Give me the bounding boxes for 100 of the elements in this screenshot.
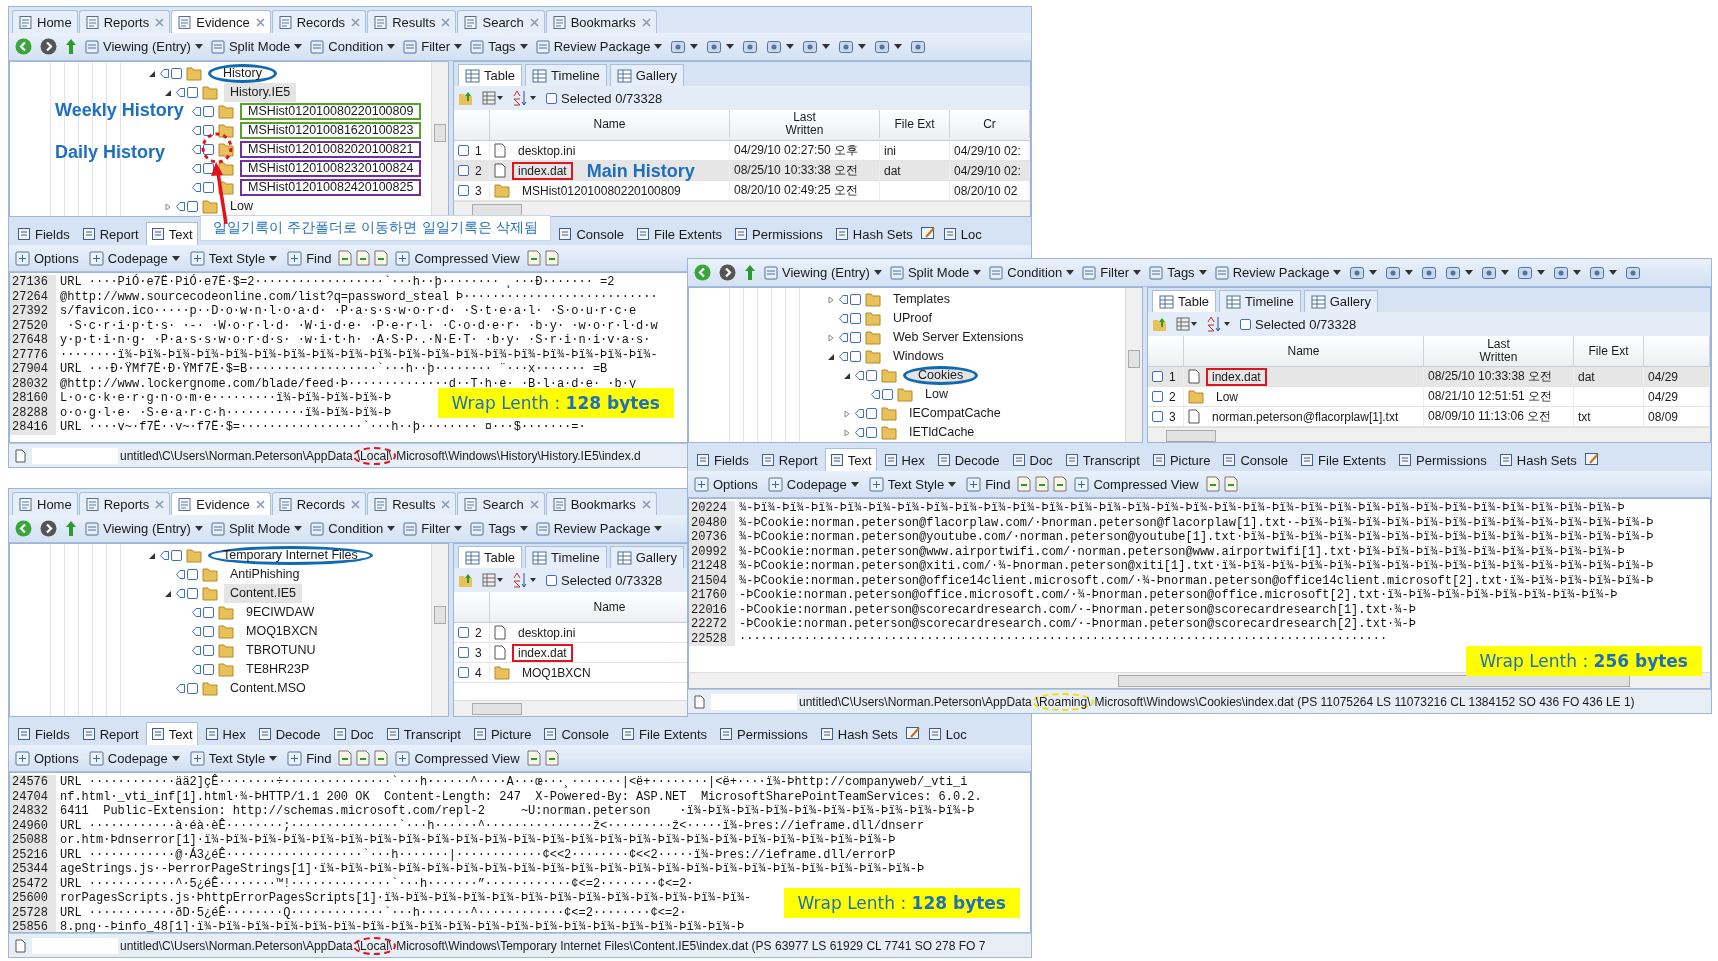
tab[interactable]: Doc [1006,448,1058,471]
checkbox[interactable] [866,370,877,381]
toolbar-button[interactable] [1445,264,1474,281]
checkbox[interactable] [203,182,214,193]
up-arrow-icon[interactable] [65,520,77,537]
tool-icon[interactable] [543,250,560,266]
tab[interactable]: Hash Sets [829,222,918,245]
checkbox[interactable] [187,683,198,694]
sort-icon[interactable] [512,90,538,106]
tab[interactable]: Search [457,492,545,515]
checkbox[interactable] [203,626,214,637]
toolbar-button[interactable]: Codepage [88,250,180,266]
tool-icon[interactable] [919,225,936,241]
tab[interactable]: Home [12,492,78,515]
checkbox[interactable] [866,427,877,438]
checkbox[interactable] [458,627,469,638]
tab[interactable]: Report [76,222,144,245]
tree-item[interactable]: MSHist012010082420100825 [240,179,422,196]
checkbox[interactable] [850,332,861,343]
toolbar-button[interactable] [1553,264,1582,281]
expand-arrow[interactable] [843,371,851,380]
tool-icon[interactable] [543,750,560,766]
tab[interactable]: Bookmarks [545,492,657,515]
toolbar-button[interactable]: Tags [470,521,528,536]
tree-item[interactable]: History [208,64,277,83]
tool-icon[interactable] [355,250,372,266]
tab[interactable]: Transcript [1059,448,1145,471]
up-arrow-icon[interactable] [744,264,756,281]
tab[interactable]: File Extents [1295,448,1392,471]
checkbox[interactable] [1152,371,1163,382]
tab[interactable]: Decode [252,722,326,745]
column-header[interactable]: Cr [950,110,1030,138]
tab[interactable]: Decode [931,448,1005,471]
tab[interactable]: Permissions [729,222,828,245]
checkbox[interactable] [187,87,198,98]
checkbox[interactable] [458,185,469,196]
toolbar-button[interactable]: Options [15,750,79,766]
checkbox[interactable] [1152,391,1163,402]
toolbar-button[interactable]: Filter [403,39,463,54]
table-row[interactable]: 4 MOQ1BXCN [454,663,687,683]
scrollbar[interactable] [431,544,448,716]
tree-item[interactable]: MSHist012010081620100823 [240,122,422,139]
tab[interactable]: Records [271,492,367,515]
toolbar-button[interactable] [670,38,699,55]
tab[interactable]: Console [553,222,630,245]
table-row[interactable]: 3 index.dat [454,643,687,663]
folder-up-icon[interactable] [1152,316,1168,332]
toolbar-button[interactable]: Options [694,476,758,492]
tool-icon[interactable] [904,725,921,741]
checkbox[interactable] [458,647,469,658]
checkbox[interactable] [866,408,877,419]
back-icon[interactable] [15,38,32,55]
tab[interactable]: Console [538,722,615,745]
column-header[interactable]: Last Written [1424,336,1574,366]
close-icon[interactable] [255,17,265,27]
tab[interactable]: Report [76,722,144,745]
checkbox[interactable] [458,667,469,678]
columns-icon[interactable] [482,91,504,105]
tab[interactable]: Home [12,10,78,33]
tab[interactable]: Permissions [714,722,813,745]
scrollbar[interactable] [1125,288,1142,442]
tab[interactable]: Permissions [1393,448,1492,471]
toolbar-button[interactable]: Condition [989,265,1075,280]
tab[interactable]: Timeline [525,546,607,568]
tab[interactable]: Reports [78,10,171,33]
tool-icon[interactable] [1583,451,1600,467]
tree-item[interactable]: Cookies [903,366,979,385]
checkbox[interactable] [203,664,214,675]
toolbar-button[interactable] [838,38,867,55]
checkbox[interactable] [882,389,893,400]
toolbar-button[interactable]: Filter [403,521,463,536]
toolbar-button[interactable] [1481,264,1510,281]
tool-icon[interactable] [1052,476,1069,492]
tab[interactable]: Gallery [609,64,684,86]
toolbar-button[interactable]: Compressed View [395,250,520,266]
columns-icon[interactable] [1176,317,1198,331]
tab[interactable]: Timeline [525,64,607,86]
toolbar-button[interactable]: Condition [310,521,396,536]
table-row[interactable]: 1 index.dat 08/25/10 10:33:38 오전 dat 04/29 [1148,367,1710,387]
tree-item[interactable]: MSHist012010080220100809 [240,103,422,120]
tool-icon[interactable] [1016,476,1033,492]
toolbar-button[interactable]: Viewing (Entry) [764,265,882,280]
tree-item[interactable]: MSHist012010082020100821 [240,141,422,158]
expand-arrow[interactable] [148,551,156,560]
scrollbar[interactable] [454,700,687,716]
tab[interactable]: File Extents [616,722,713,745]
expand-arrow[interactable] [164,589,172,598]
back-icon[interactable] [694,264,711,281]
up-arrow-icon[interactable] [65,38,77,55]
toolbar-button[interactable]: Tags [1149,265,1207,280]
tab[interactable]: Evidence [171,10,271,33]
tab[interactable]: Evidence [171,492,271,515]
toolbar-button[interactable]: Condition [310,39,396,54]
tree-item[interactable]: MSHist012010082320100824 [240,160,422,177]
toolbar-button[interactable]: Viewing (Entry) [85,521,203,536]
toolbar-button[interactable]: Find [966,476,1011,492]
tab[interactable]: Text [824,448,877,471]
checkbox[interactable] [187,569,198,580]
forward-icon[interactable] [719,264,736,281]
tool-icon[interactable] [373,750,390,766]
